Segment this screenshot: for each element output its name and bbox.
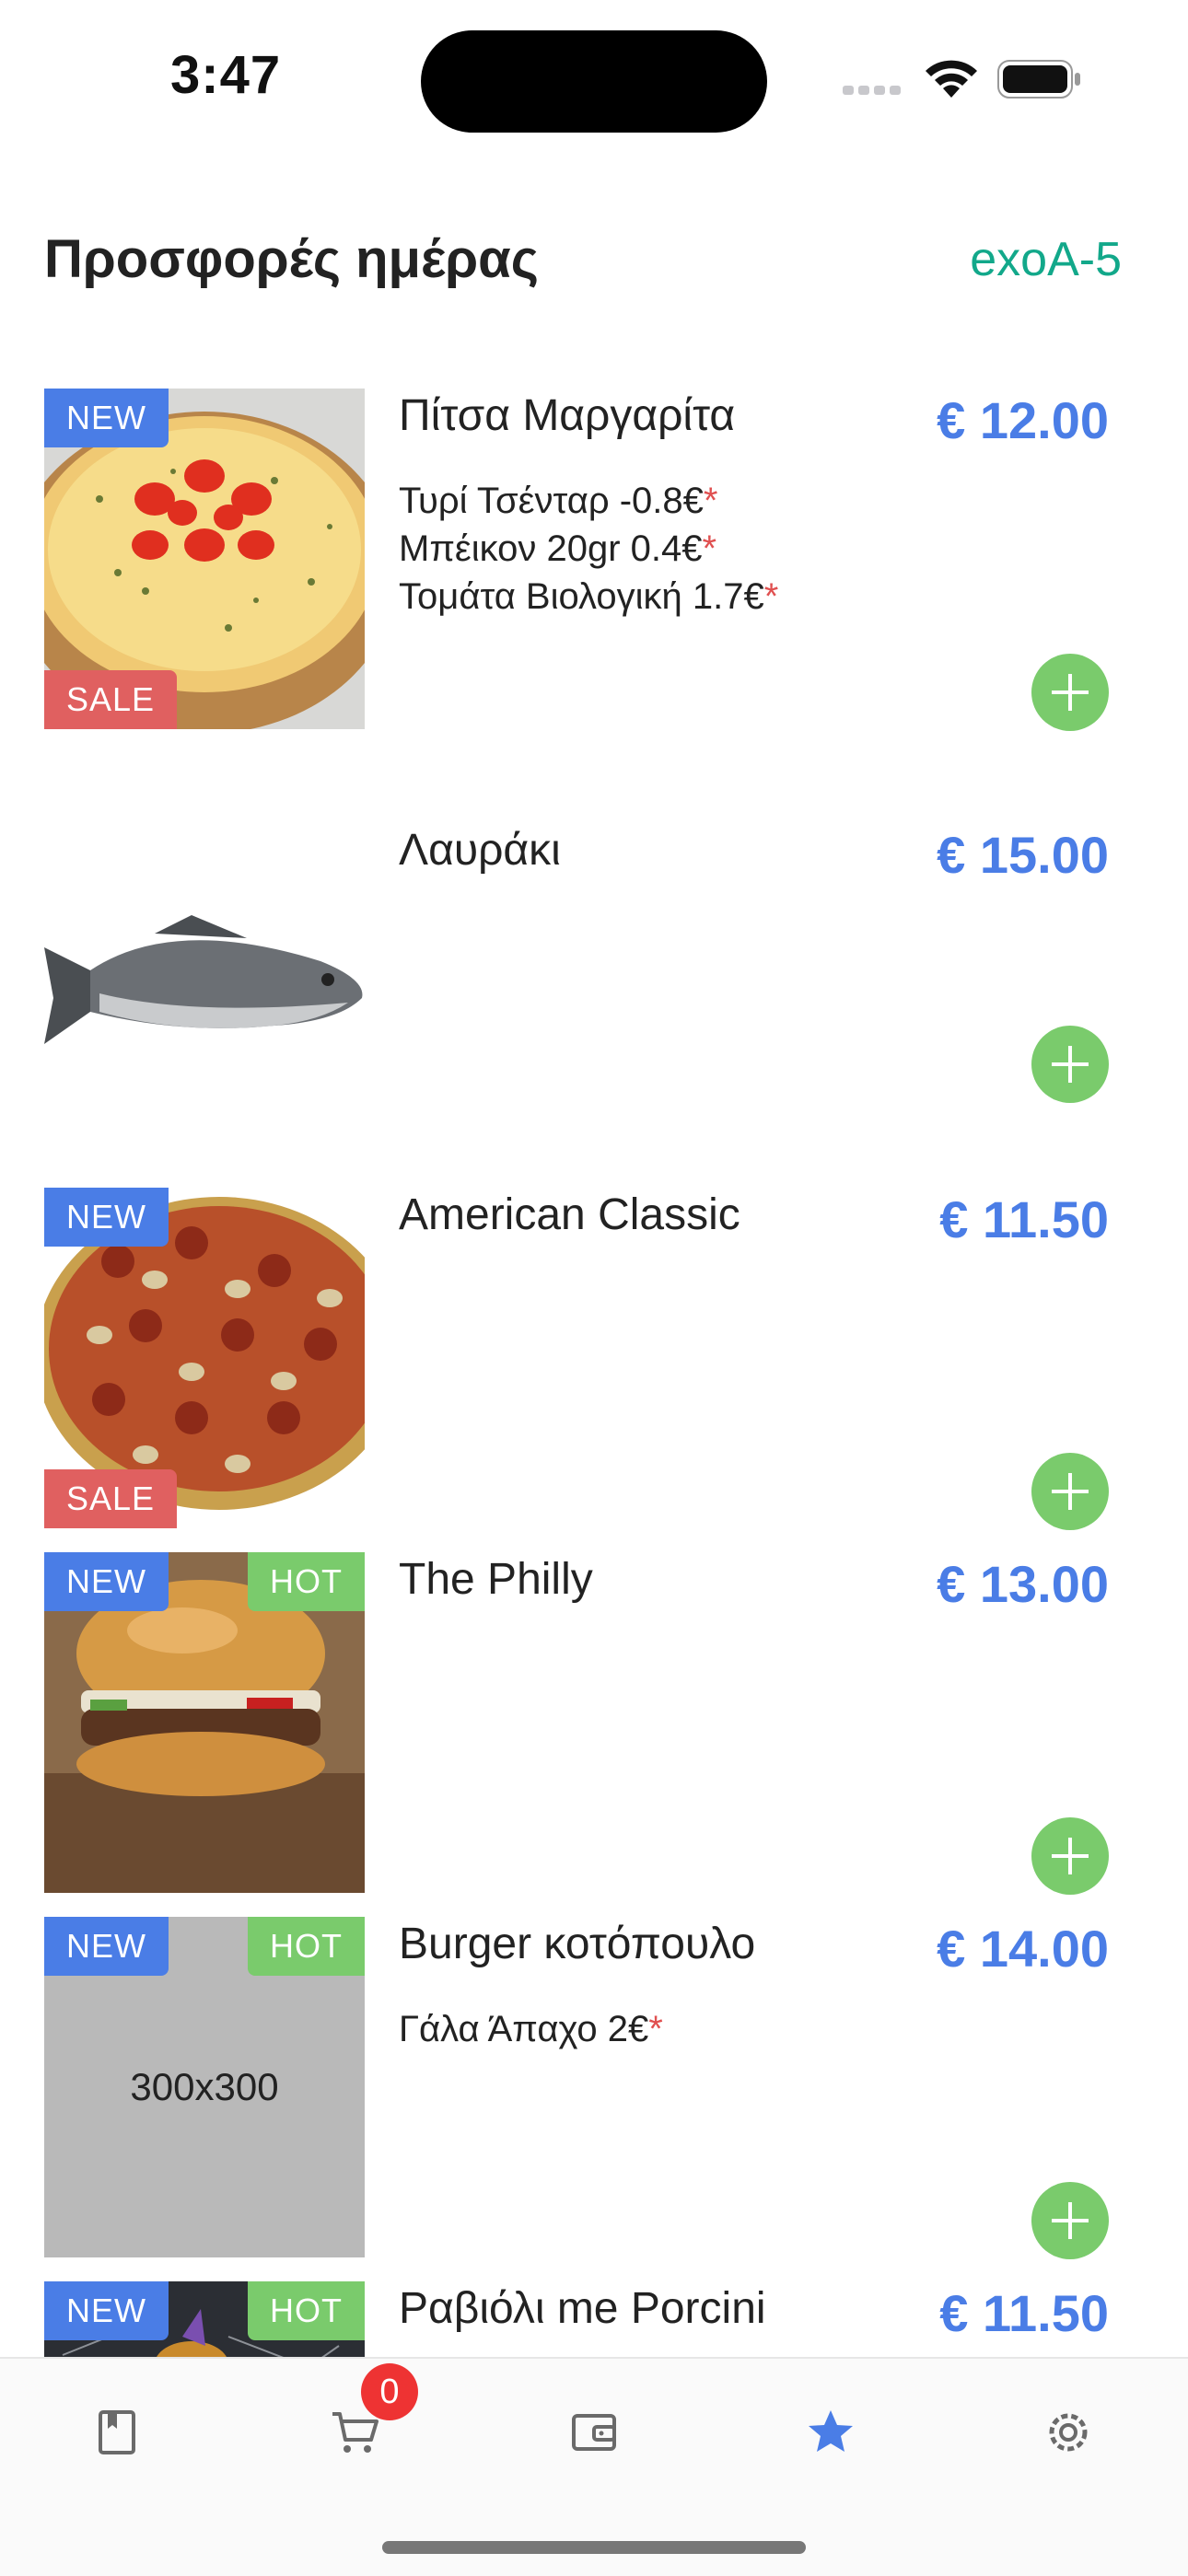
settings-icon[interactable] xyxy=(1041,2405,1096,2460)
item-price: € 14.00 xyxy=(937,1920,1109,1978)
list-item[interactable]: 300x300 NEW HOT Burger κοτόπουλο € 14.00… xyxy=(0,1915,1188,2259)
page-header: Προσφορές ημέρας exoA-5 xyxy=(44,228,1122,293)
page-title: Προσφορές ημέρας xyxy=(44,229,539,289)
new-badge: NEW xyxy=(44,389,169,447)
wallet-icon[interactable] xyxy=(566,2405,622,2460)
item-image: NEW SALE xyxy=(44,1188,365,1528)
item-name: Πίτσα Μαργαρίτα xyxy=(399,391,736,440)
dynamic-island xyxy=(421,30,767,133)
hot-badge: HOT xyxy=(248,2281,365,2340)
item-extras: Τυρί Τσένταρ -0.8€* Μπέικον 20gr 0.4€* Τ… xyxy=(399,477,778,621)
item-price: € 12.00 xyxy=(937,391,1109,449)
home-indicator[interactable] xyxy=(382,2541,806,2554)
item-name: Λαυράκι xyxy=(399,826,561,875)
item-image: NEW HOT xyxy=(44,1552,365,1893)
add-to-cart-button[interactable] xyxy=(1031,1817,1109,1895)
item-image: NEW HOT xyxy=(44,2281,365,2357)
list-item[interactable]: NEW SALE Πίτσα Μαργαρίτα € 12.00 Τυρί Τσ… xyxy=(0,387,1188,731)
add-to-cart-button[interactable] xyxy=(1031,2182,1109,2259)
table-code[interactable]: exoA-5 xyxy=(970,232,1122,287)
item-name: Ραβιόλι me Porcini xyxy=(399,2284,766,2333)
item-price: € 11.50 xyxy=(939,1190,1109,1248)
sale-badge: SALE xyxy=(44,1469,178,1528)
extra-line: Τομάτα Βιολογική 1.7€* xyxy=(399,576,779,617)
item-price: € 13.00 xyxy=(937,1555,1109,1613)
menu-book-icon[interactable] xyxy=(89,2405,145,2460)
list-item[interactable]: Λαυράκι € 15.00 xyxy=(0,821,1188,1164)
list-item[interactable]: NEW HOT Ραβιόλι me Porcini € 11.50 xyxy=(0,2280,1188,2357)
add-to-cart-button[interactable] xyxy=(1031,1026,1109,1103)
add-to-cart-button[interactable] xyxy=(1031,654,1109,731)
add-to-cart-button[interactable] xyxy=(1031,1453,1109,1530)
item-name: American Classic xyxy=(399,1190,740,1239)
hot-badge: HOT xyxy=(248,1552,365,1611)
item-image: NEW SALE xyxy=(44,389,365,729)
battery-icon xyxy=(997,60,1080,99)
new-badge: NEW xyxy=(44,1188,169,1247)
item-image-placeholder: 300x300 NEW HOT xyxy=(44,1917,365,2257)
sale-badge: SALE xyxy=(44,670,178,729)
item-image xyxy=(44,823,365,1164)
extra-line: Τυρί Τσένταρ -0.8€* xyxy=(399,481,718,521)
offers-list[interactable]: NEW SALE Πίτσα Μαργαρίτα € 12.00 Τυρί Τσ… xyxy=(0,387,1188,2357)
new-badge: NEW xyxy=(44,2281,169,2340)
cart-count-badge: 0 xyxy=(361,2363,418,2420)
new-badge: NEW xyxy=(44,1917,169,1976)
star-icon[interactable] xyxy=(803,2405,858,2460)
item-price: € 11.50 xyxy=(939,2284,1109,2342)
wifi-icon xyxy=(926,60,977,98)
list-item[interactable]: NEW SALE American Classic € 11.50 xyxy=(0,1186,1188,1530)
extra-line: Γάλα Άπαχο 2€* xyxy=(399,2009,663,2049)
item-price: € 15.00 xyxy=(937,826,1109,884)
item-extras: Γάλα Άπαχο 2€* xyxy=(399,2005,663,2053)
item-name: The Philly xyxy=(399,1555,593,1604)
status-time: 3:47 xyxy=(170,45,282,105)
item-name: Burger κοτόπουλο xyxy=(399,1920,756,1968)
hot-badge: HOT xyxy=(248,1917,365,1976)
cellular-signal-icon xyxy=(843,83,905,99)
new-badge: NEW xyxy=(44,1552,169,1611)
extra-line: Μπέικον 20gr 0.4€* xyxy=(399,528,717,569)
status-bar: 3:47 xyxy=(0,0,1188,157)
list-item[interactable]: NEW HOT The Philly € 13.00 xyxy=(0,1550,1188,1895)
